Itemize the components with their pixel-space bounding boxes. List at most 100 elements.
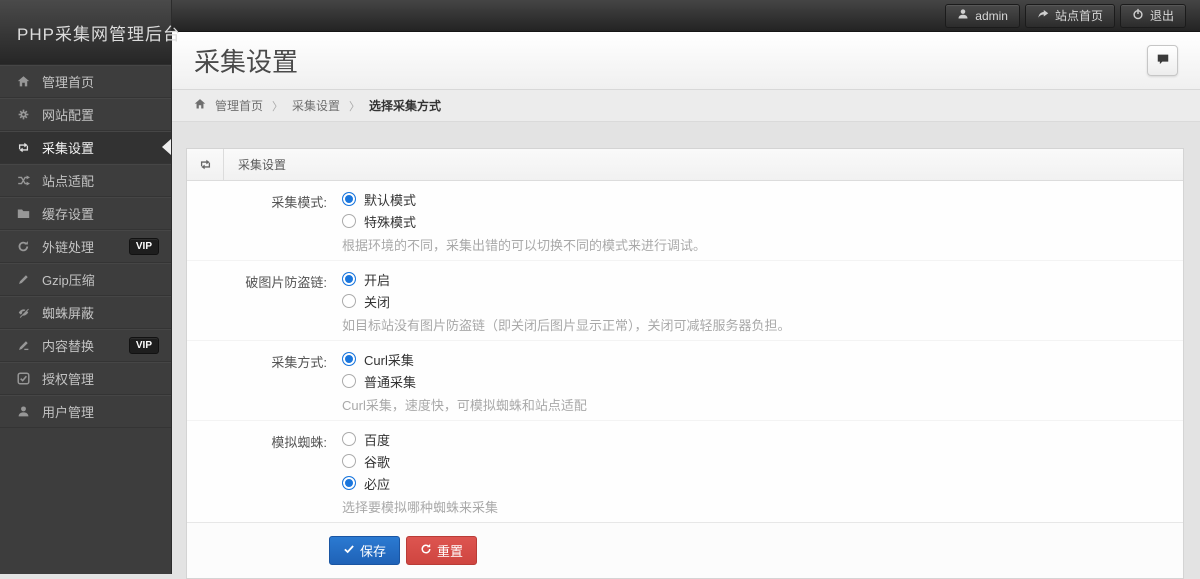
sidebar-item-label: 用户管理 bbox=[42, 404, 95, 420]
image-antileech-option-0[interactable]: 开启 bbox=[342, 268, 791, 290]
field-label-simulate-spider: 模拟蜘蛛: bbox=[271, 435, 327, 450]
home-icon bbox=[194, 98, 206, 113]
sidebar-item-user-manage[interactable]: 用户管理 bbox=[0, 395, 171, 428]
settings-form: 采集模式: 默认模式特殊模式 根据环境的不同，采集出错的可以切换不同的模式来进行… bbox=[187, 181, 1183, 522]
field-collect-mode: 采集模式: 默认模式特殊模式 根据环境的不同，采集出错的可以切换不同的模式来进行… bbox=[187, 181, 1183, 261]
sidebar-item-label: Gzip压缩 bbox=[42, 272, 95, 288]
reset-button[interactable]: 重置 bbox=[406, 536, 478, 565]
settings-panel: 采集设置 采集模式: 默认模式特殊模式 根据环境的不同，采集出错的可以切换不同的… bbox=[186, 148, 1184, 579]
check-icon bbox=[343, 543, 355, 558]
option-label: 开启 bbox=[364, 272, 391, 288]
field-simulate-spider: 模拟蜘蛛: 百度谷歌必应 选择要模拟哪种蜘蛛来采集 bbox=[187, 421, 1183, 522]
field-label-collect-mode: 采集模式: bbox=[271, 195, 327, 210]
gear-icon bbox=[15, 108, 31, 121]
option-label: 普通采集 bbox=[364, 374, 417, 390]
radio-icon[interactable] bbox=[342, 476, 356, 490]
collect-mode-option-1[interactable]: 特殊模式 bbox=[342, 210, 706, 232]
home-icon bbox=[15, 75, 31, 88]
page-title: 采集设置 bbox=[194, 47, 299, 77]
simulate-spider-option-1[interactable]: 谷歌 bbox=[342, 450, 498, 472]
share-arrow-icon bbox=[1037, 8, 1049, 23]
sidebar-item-label: 缓存设置 bbox=[42, 206, 95, 222]
sidebar-item-content-replace[interactable]: 内容替换 VIP bbox=[0, 329, 171, 362]
image-antileech-option-1[interactable]: 关闭 bbox=[342, 290, 791, 312]
repeat-icon bbox=[15, 141, 31, 154]
refresh-icon bbox=[420, 543, 432, 558]
radio-icon[interactable] bbox=[342, 294, 356, 308]
user-menu-button[interactable]: admin bbox=[945, 3, 1020, 28]
option-label: 谷歌 bbox=[364, 454, 391, 470]
collect-mode-option-0[interactable]: 默认模式 bbox=[342, 188, 706, 210]
field-help-text: 根据环境的不同，采集出错的可以切换不同的模式来进行调试。 bbox=[342, 238, 707, 253]
sidebar-item-spider-block[interactable]: 蜘蛛屏蔽 bbox=[0, 296, 171, 329]
radio-icon[interactable] bbox=[342, 454, 356, 468]
breadcrumb-current: 选择采集方式 bbox=[369, 99, 442, 113]
logout-label: 退出 bbox=[1149, 9, 1174, 23]
collect-method-option-1[interactable]: 普通采集 bbox=[342, 370, 587, 392]
field-image-antileech: 破图片防盗链: 开启关闭 如目标站没有图片防盗链（即关闭后图片显示正常），关闭可… bbox=[187, 261, 1183, 341]
panel-header: 采集设置 bbox=[187, 149, 1183, 181]
radio-icon[interactable] bbox=[342, 352, 356, 366]
collect-method-option-0[interactable]: Curl采集 bbox=[342, 348, 587, 370]
field-help-text: 如目标站没有图片防盗链（即关闭后图片显示正常），关闭可减轻服务器负担。 bbox=[342, 318, 791, 333]
main-area: 采集设置 管理首页 〉 采集设置 〉 选择采集方式 采集设置 采集模式: 默认模… bbox=[172, 32, 1200, 579]
radio-icon[interactable] bbox=[342, 374, 356, 388]
folder-icon bbox=[15, 207, 31, 220]
sidebar-item-label: 外链处理 bbox=[42, 239, 95, 255]
brand-logo: PHP采集网管理后台 bbox=[0, 0, 180, 65]
breadcrumb-home[interactable]: 管理首页 bbox=[215, 97, 263, 114]
sidebar-item-label: 内容替换 bbox=[42, 338, 95, 354]
eye-slash-icon bbox=[15, 306, 31, 319]
power-icon bbox=[1132, 8, 1144, 23]
radio-icon[interactable] bbox=[342, 432, 356, 446]
content-area: 采集设置 采集模式: 默认模式特殊模式 根据环境的不同，采集出错的可以切换不同的… bbox=[172, 122, 1200, 579]
sidebar-item-cache-settings[interactable]: 缓存设置 bbox=[0, 197, 171, 230]
breadcrumb: 管理首页 〉 采集设置 〉 选择采集方式 bbox=[172, 90, 1200, 122]
simulate-spider-option-2[interactable]: 必应 bbox=[342, 472, 498, 494]
sidebar-item-home[interactable]: 管理首页 bbox=[0, 65, 171, 98]
pencil-icon bbox=[15, 273, 31, 286]
sidebar-item-gzip[interactable]: Gzip压缩 bbox=[0, 263, 171, 296]
check-square-icon bbox=[15, 371, 31, 385]
breadcrumb-separator: 〉 bbox=[349, 100, 361, 113]
refresh-icon bbox=[15, 240, 31, 253]
sidebar-item-collect-settings[interactable]: 采集设置 bbox=[0, 131, 171, 164]
save-button-label: 保存 bbox=[360, 544, 387, 559]
radio-icon[interactable] bbox=[342, 272, 356, 286]
sidebar-item-label: 授权管理 bbox=[42, 371, 95, 387]
field-help-text: 选择要模拟哪种蜘蛛来采集 bbox=[342, 500, 499, 515]
shuffle-icon bbox=[15, 174, 31, 187]
radio-icon[interactable] bbox=[342, 192, 356, 206]
sidebar-item-site-adapt[interactable]: 站点适配 bbox=[0, 164, 171, 197]
sidebar-item-label: 蜘蛛屏蔽 bbox=[42, 305, 95, 321]
user-icon bbox=[15, 405, 31, 418]
reset-button-label: 重置 bbox=[437, 544, 464, 559]
sidebar-item-label: 网站配置 bbox=[42, 107, 95, 123]
feedback-button[interactable] bbox=[1147, 45, 1178, 76]
field-help-text: Curl采集，速度快，可模拟蜘蛛和站点适配 bbox=[342, 398, 587, 413]
panel-title: 采集设置 bbox=[238, 158, 287, 172]
active-item-arrow bbox=[162, 139, 171, 155]
option-label: 必应 bbox=[364, 476, 391, 492]
save-button[interactable]: 保存 bbox=[329, 536, 401, 565]
option-label: 特殊模式 bbox=[364, 214, 417, 230]
site-home-button[interactable]: 站点首页 bbox=[1024, 3, 1115, 28]
sidebar-item-label: 站点适配 bbox=[42, 173, 95, 189]
option-label: Curl采集 bbox=[364, 352, 414, 368]
breadcrumb-collect-settings[interactable]: 采集设置 bbox=[292, 97, 340, 114]
sidebar-item-auth-manage[interactable]: 授权管理 bbox=[0, 362, 171, 395]
logout-button[interactable]: 退出 bbox=[1119, 3, 1186, 28]
radio-icon[interactable] bbox=[342, 214, 356, 228]
field-label-collect-method: 采集方式: bbox=[271, 355, 327, 370]
sidebar-item-site-config[interactable]: 网站配置 bbox=[0, 98, 171, 131]
field-label-image-antileech: 破图片防盗链: bbox=[245, 275, 327, 290]
comment-icon bbox=[1156, 52, 1170, 69]
option-label: 百度 bbox=[364, 432, 391, 448]
sidebar-item-label: 采集设置 bbox=[42, 140, 95, 156]
repeat-icon bbox=[187, 149, 224, 180]
simulate-spider-option-0[interactable]: 百度 bbox=[342, 428, 498, 450]
sidebar-item-external-links[interactable]: 外链处理 VIP bbox=[0, 230, 171, 263]
option-label: 关闭 bbox=[364, 294, 391, 310]
user-icon bbox=[957, 8, 969, 23]
vip-badge: VIP bbox=[128, 237, 159, 255]
